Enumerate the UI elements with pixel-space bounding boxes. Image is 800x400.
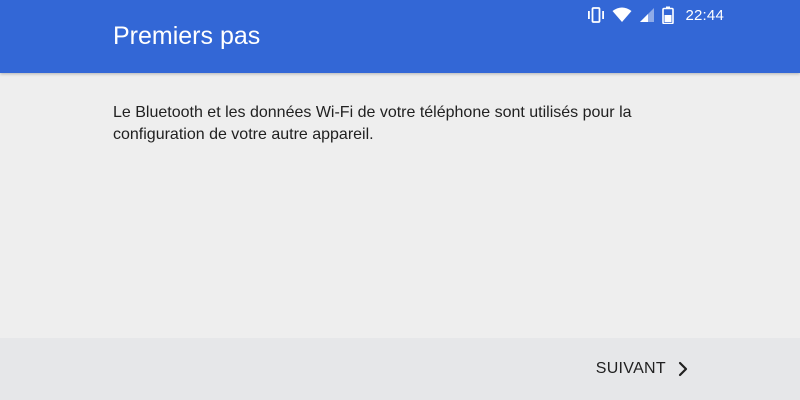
chevron-right-icon [678,361,688,377]
vibrate-icon [587,7,605,23]
battery-icon [662,6,675,24]
wifi-icon [612,7,632,23]
next-button-label: SUIVANT [595,360,666,377]
info-message: Le Bluetooth et les données Wi-Fi de vot… [113,104,632,143]
page-title: Premiers pas [113,22,261,50]
next-button[interactable]: SUIVANT [592,352,692,386]
app-header: 22:44 Premiers pas [0,0,800,73]
status-bar: 22:44 [587,4,724,26]
setup-screen: 22:44 Premiers pas Le Bluetooth et les d… [0,0,800,400]
signal-icon [639,7,655,23]
status-time: 22:44 [685,6,724,24]
bottom-navigation-bar: SUIVANT [0,338,800,400]
